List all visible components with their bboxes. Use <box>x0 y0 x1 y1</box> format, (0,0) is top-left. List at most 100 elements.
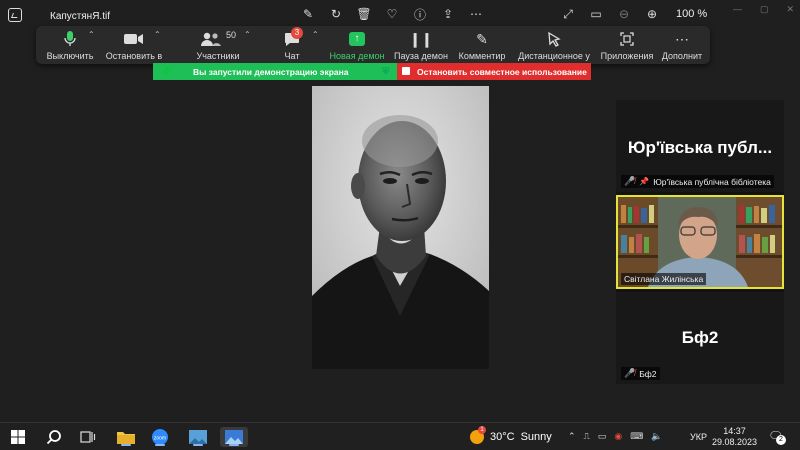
stop-icon <box>402 67 410 75</box>
phone-icon: ✆ <box>163 66 171 76</box>
running-indicator <box>229 444 239 446</box>
participants-button[interactable]: 50 Участники <box>188 29 248 61</box>
svg-text:zoom: zoom <box>154 436 166 442</box>
shield-icon: ⛨ <box>382 66 389 76</box>
chat-label: Чат <box>284 51 300 61</box>
annotate-button[interactable]: ✎ Комментир <box>456 29 508 62</box>
weather-widget[interactable]: 1 30°C Sunny <box>470 426 552 444</box>
displayed-photo <box>312 86 489 369</box>
date: 29.08.2023 <box>712 437 758 447</box>
more-icon[interactable]: ⋯ <box>468 6 484 22</box>
windows-start-icon[interactable] <box>6 427 30 447</box>
participant-tile[interactable]: Бф2 🎤̸ Бф2 <box>616 292 784 384</box>
zoom-out-icon[interactable]: ⊖ <box>616 6 632 22</box>
microphone-muted-icon: 🎤̸ <box>624 368 636 378</box>
rotate-icon[interactable]: ↻ <box>328 6 344 22</box>
remote-control-button[interactable]: Дистанционное у <box>514 29 594 61</box>
pencil-icon: ✎ <box>476 30 488 47</box>
language-indicator[interactable]: УКР <box>690 432 707 442</box>
annotate-label: Комментир <box>458 51 506 61</box>
participant-tile[interactable]: Юр'ївська публ... 🎤̸ 📌 Юр'ївська публічн… <box>616 100 784 192</box>
zoom-app-icon[interactable]: zoom <box>148 427 172 447</box>
record-icon[interactable]: ◉ <box>614 431 622 442</box>
participant-name-tag: 🎤̸ Бф2 <box>621 367 660 380</box>
photo-viewer-window: КапустянЯ.tif ✎ ↻ 🗑 ♡ ⓘ ⇪ ⋯ ⤢ ▭ ⊖ ⊕ 100 … <box>0 0 800 422</box>
portrait-image <box>312 86 489 369</box>
battery-icon[interactable]: ▭ <box>598 431 607 442</box>
maximize-icon[interactable]: ▢ <box>760 4 769 15</box>
running-indicator <box>155 444 165 446</box>
usb-icon[interactable]: ⎍ <box>584 431 590 442</box>
stop-share-label: Остановить совместное использование <box>417 66 587 77</box>
stop-video-label: Остановить в <box>105 51 163 61</box>
weather-condition: Sunny <box>520 431 552 443</box>
edit-icon[interactable]: ✎ <box>300 6 316 22</box>
apps-button[interactable]: Приложения <box>598 29 656 61</box>
chevron-up-icon[interactable]: ⌃ <box>568 431 576 442</box>
chat-badge: 3 <box>291 27 303 39</box>
apps-label: Приложения <box>600 51 654 61</box>
participants-count: 50 <box>225 30 236 40</box>
microphone-muted-icon: 🎤̸ <box>624 176 636 186</box>
fit-window-icon[interactable]: ▭ <box>588 6 604 22</box>
screen-share-bar: ✆ Вы запустили демонстрацию экрана ⛨ Ост… <box>153 63 591 80</box>
pause-icon: ❙❙ <box>409 30 433 47</box>
volume-icon[interactable]: 🔈 <box>651 431 662 442</box>
running-indicator <box>193 444 203 446</box>
window-controls: — ▢ ✕ <box>733 4 794 15</box>
network-icon[interactable]: ⌨ <box>630 431 643 442</box>
chat-icon: 3 <box>272 27 312 49</box>
delete-icon[interactable]: 🗑 <box>356 6 372 22</box>
stop-share-button[interactable]: Остановить совместное использование <box>397 63 591 80</box>
meeting-toolbar: Выключить ⌃ Остановить в ⌃ 50 Участники … <box>36 26 710 64</box>
search-icon[interactable] <box>42 427 66 447</box>
new-share-button[interactable]: ↑ Новая демон <box>328 29 386 61</box>
chevron-up-icon[interactable]: ⌃ <box>154 30 161 39</box>
favorite-icon[interactable]: ♡ <box>384 6 400 22</box>
pin-icon: 📌 <box>639 177 650 186</box>
participants-icon: 50 <box>188 29 248 49</box>
zoom-in-icon[interactable]: ⊕ <box>644 6 660 22</box>
more-dots-icon: ⋯ <box>675 30 689 47</box>
photos-app-icon <box>8 8 22 22</box>
clock[interactable]: 14:37 29.08.2023 <box>712 426 757 448</box>
photos-app-icon[interactable] <box>186 427 210 447</box>
chat-button[interactable]: 3 Чат <box>272 27 312 61</box>
participant-display-name: Бф2 <box>681 328 719 347</box>
more-button[interactable]: ⋯ Дополнит <box>658 29 706 62</box>
file-name: КапустянЯ.tif <box>50 11 110 22</box>
participant-name-tag: 🎤̸ 📌 Юр'ївська публічна бібліотека <box>621 175 774 188</box>
zoom-tools: ⤢ ▭ ⊖ ⊕ 100 % <box>560 6 707 22</box>
share-icon[interactable]: ⇪ <box>440 6 456 22</box>
close-icon[interactable]: ✕ <box>786 4 794 15</box>
fullscreen-icon[interactable]: ⤢ <box>560 6 576 22</box>
running-indicator <box>121 444 131 446</box>
remote-control-label: Дистанционное у <box>518 51 590 61</box>
chevron-up-icon[interactable]: ⌃ <box>244 30 251 39</box>
image-viewer-app-icon[interactable] <box>220 427 248 447</box>
temperature: 30°C <box>490 431 515 443</box>
notifications-badge: 2 <box>776 435 786 445</box>
mute-label: Выключить <box>46 51 94 61</box>
share-screen-icon: ↑ <box>328 29 386 49</box>
chevron-up-icon[interactable]: ⌃ <box>312 30 319 39</box>
pause-share-button[interactable]: ❙❙ Пауза демон <box>392 29 450 62</box>
participants-panel: Юр'ївська публ... 🎤̸ 📌 Юр'ївська публічн… <box>616 100 784 384</box>
notifications-icon[interactable]: 🗨 2 <box>768 429 786 445</box>
info-icon[interactable]: ⓘ <box>412 6 428 22</box>
apps-icon <box>598 29 656 49</box>
system-tray: ⌃ ⎍ ▭ ◉ ⌨ 🔈 <box>568 431 662 442</box>
participant-display-name: Юр'ївська публ... <box>627 138 773 157</box>
zoom-level: 100 % <box>676 8 708 20</box>
file-explorer-icon[interactable] <box>114 427 138 447</box>
pause-share-label: Пауза демон <box>394 51 448 61</box>
participant-video-tile[interactable]: Світлана Жилінська <box>616 195 784 289</box>
task-view-icon[interactable] <box>76 427 100 447</box>
minimize-icon[interactable]: — <box>733 4 742 15</box>
participant-name: Юр'ївська публічна бібліотека <box>653 176 771 187</box>
participant-name-tag: Світлана Жилінська <box>621 273 707 285</box>
new-share-label: Новая демон <box>329 51 385 61</box>
chevron-up-icon[interactable]: ⌃ <box>88 30 95 39</box>
participant-name: Світлана Жилінська <box>624 274 704 284</box>
remote-control-icon <box>514 29 594 49</box>
